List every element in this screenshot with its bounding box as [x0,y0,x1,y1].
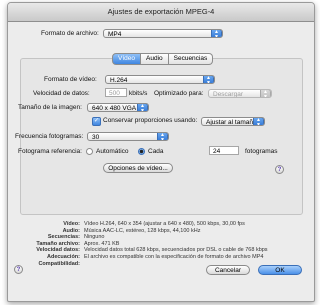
tab-audio[interactable]: Audio [141,53,169,65]
question-mark-icon[interactable]: ? [275,165,284,174]
framerate-popup[interactable]: 30 ▲ ▼ [87,132,169,141]
image-size-value: 640 x 480 VGA [92,105,137,112]
window-title: Ajustes de exportación MPEG-4 [8,3,314,22]
updown-arrows-icon: ▲ ▼ [260,90,271,97]
updown-arrows-icon: ▲ ▼ [203,76,214,83]
optimized-label: Optimizado para: [154,90,204,97]
datarate-unit: kbits/s [129,90,148,97]
datarate-label: Velocidad de datos: [33,90,90,97]
file-format-value: MP4 [108,31,122,38]
keyframe-count-input[interactable]: 24 [209,146,239,155]
video-format-value: H.264 [110,77,128,84]
keyframe-every-radio[interactable] [138,148,145,155]
video-format-label: Formato de vídeo: [44,76,97,83]
summary-row: Tamaño archivo: Aprox. 471 KB [36,240,120,247]
export-summary: Vídeo: Vídeo H.264, 640 x 354 (ajustar a … [14,221,308,267]
keyframe-auto-label: Automático [96,148,129,155]
file-format-popup[interactable]: MP4 ▲ ▼ [103,29,223,38]
summary-row: Audio: Música AAC-LC, estéreo, 128 kbps, … [62,227,201,234]
framerate-label: Frecuencia fotogramas: [15,133,84,140]
framerate-value: 30 [92,134,100,141]
preserve-aspect-checkbox[interactable]: ✓ [92,117,101,126]
preserve-aspect-popup[interactable]: Ajustar al tamaño ▲ ▼ [201,117,265,126]
tab-bar: Vídeo Audio Secuencias [112,53,214,65]
keyframe-auto-radio[interactable] [86,148,93,155]
updown-arrows-icon: ▲ ▼ [253,118,264,125]
keyframe-label: Fotograma referencia: [18,148,82,155]
image-size-label: Tamaño de la imagen: [18,104,82,111]
summary-row: Adecuación: El archivo es compatible con … [46,253,264,260]
updown-arrows-icon: ▲ ▼ [157,133,168,140]
optimized-popup[interactable]: Descargar ▲ ▼ [208,89,272,98]
question-mark-icon[interactable]: ? [14,265,23,274]
export-settings-dialog: Ajustes de exportación MPEG-4 Formato de… [7,2,315,302]
summary-row: Vídeo: Vídeo H.264, 640 x 354 (ajustar a … [63,221,245,227]
keyframe-every-label: Cada [148,148,164,155]
video-options-button[interactable]: Opciones de vídeo... [103,163,173,173]
cancel-button[interactable]: Cancelar [206,265,250,275]
tab-video[interactable]: Vídeo [112,53,141,65]
keyframe-unit: fotogramas [245,148,278,155]
summary-row: Velocidad datos: Velocidad datos total 62… [36,247,268,254]
optimized-value: Descargar [213,91,243,98]
updown-arrows-icon: ▲ ▼ [137,104,148,111]
updown-arrows-icon: ▲ ▼ [211,30,222,37]
tab-streams[interactable]: Secuencias [168,53,214,65]
image-size-popup[interactable]: 640 x 480 VGA ▲ ▼ [87,103,149,112]
preserve-aspect-value: Ajustar al tamaño [206,119,257,126]
video-settings-group: Formato de vídeo: H.264 ▲ ▼ Velocidad de … [15,58,303,215]
datarate-input[interactable]: 500 [105,88,127,97]
summary-row: Secuencias: Ninguno [47,234,105,241]
video-format-popup[interactable]: H.264 ▲ ▼ [105,75,215,84]
preserve-aspect-label: Conservar proporciones usando: [103,117,198,124]
file-format-label: Formato de archivo: [41,30,99,37]
ok-button[interactable]: OK [258,265,302,275]
